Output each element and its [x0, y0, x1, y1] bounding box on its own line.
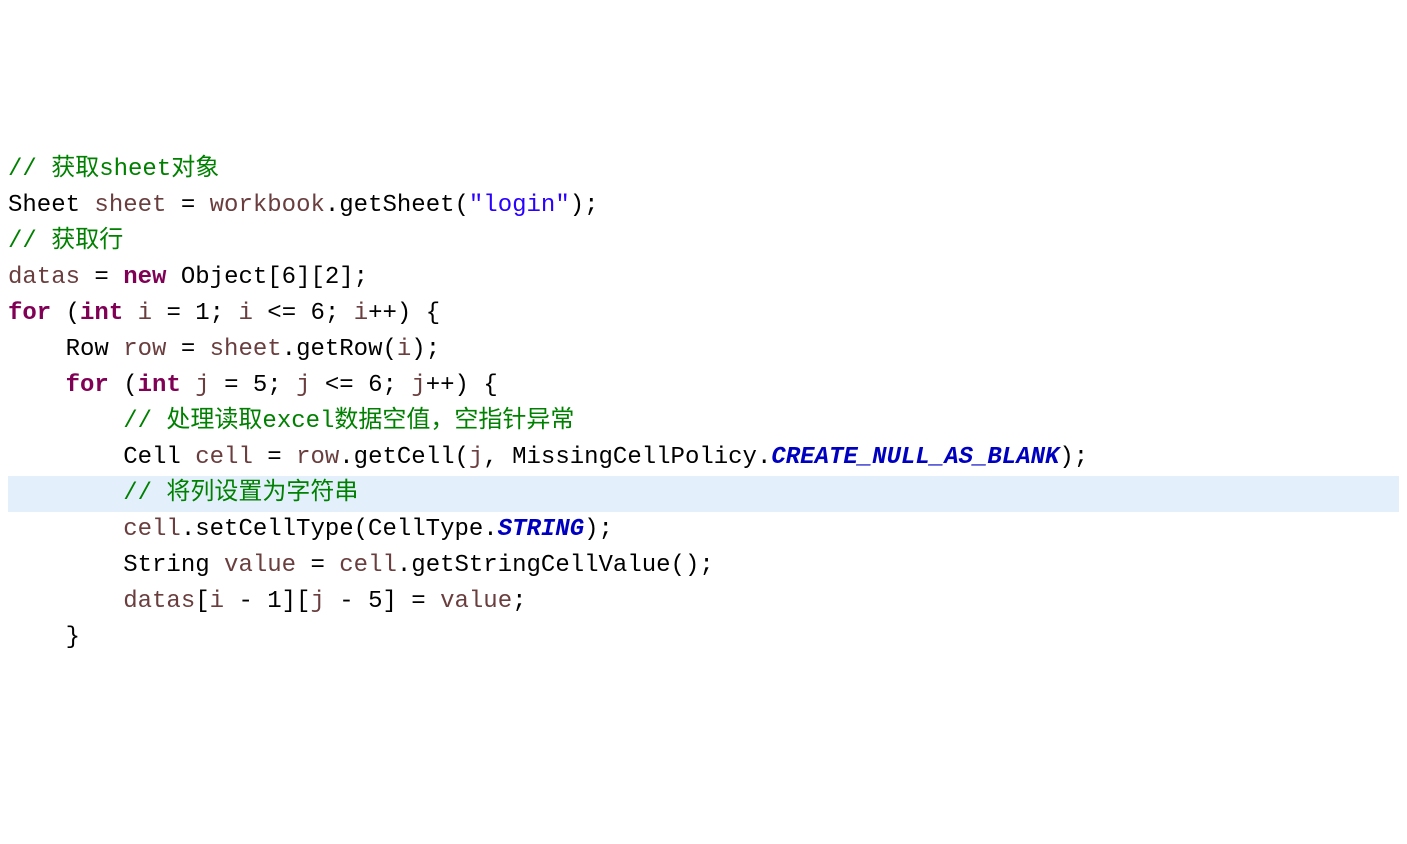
- code-token-punctuation: Cell: [8, 444, 195, 471]
- code-token-punctuation: .getRow(: [282, 336, 397, 363]
- code-token-punctuation: String: [8, 552, 224, 579]
- code-token-identifier: cell: [339, 552, 397, 579]
- code-token-string: "login": [469, 192, 570, 219]
- code-token-comment: // 处理读取excel数据空值，空指针异常: [123, 408, 574, 435]
- code-token-punctuation: [8, 372, 66, 399]
- code-token-punctuation: );: [570, 192, 599, 219]
- code-token-identifier: i: [210, 588, 224, 615]
- code-token-punctuation: ++) {: [426, 372, 498, 399]
- code-line: // 处理读取excel数据空值，空指针异常: [8, 404, 1399, 440]
- code-token-keyword: int: [80, 300, 123, 327]
- code-token-punctuation: - 1][: [224, 588, 310, 615]
- code-token-keyword: for: [66, 372, 109, 399]
- code-token-punctuation: ++) {: [368, 300, 440, 327]
- code-token-punctuation: =: [253, 444, 296, 471]
- code-line: Sheet sheet = workbook.getSheet("login")…: [8, 188, 1399, 224]
- code-token-comment: // 获取行: [8, 228, 123, 255]
- code-token-identifier: value: [224, 552, 296, 579]
- code-token-punctuation: <= 6;: [253, 300, 354, 327]
- code-token-identifier: j: [310, 588, 324, 615]
- code-token-identifier: j: [469, 444, 483, 471]
- code-line: for (int i = 1; i <= 6; i++) {: [8, 296, 1399, 332]
- code-line: for (int j = 5; j <= 6; j++) {: [8, 368, 1399, 404]
- code-block: // 获取sheet对象 Sheet sheet = workbook.getSh…: [8, 152, 1399, 656]
- code-line: String value = cell.getStringCellValue()…: [8, 548, 1399, 584]
- code-token-identifier: value: [440, 588, 512, 615]
- code-token-identifier: j: [411, 372, 425, 399]
- code-token-punctuation: (: [109, 372, 138, 399]
- code-token-punctuation: );: [411, 336, 440, 363]
- code-token-punctuation: =: [296, 552, 339, 579]
- code-line: Row row = sheet.getRow(i);: [8, 332, 1399, 368]
- code-token-punctuation: =: [80, 264, 123, 291]
- code-token-keyword: new: [123, 264, 166, 291]
- code-token-constant: CREATE_NULL_AS_BLANK: [771, 444, 1059, 471]
- code-token-punctuation: =: [166, 336, 209, 363]
- code-token-punctuation: [8, 588, 123, 615]
- code-token-identifier: i: [397, 336, 411, 363]
- code-token-punctuation: [8, 516, 123, 543]
- code-token-type: Sheet: [8, 192, 94, 219]
- code-token-identifier: row: [123, 336, 166, 363]
- code-token-identifier: cell: [195, 444, 253, 471]
- code-line: // 将列设置为字符串: [8, 476, 1399, 512]
- code-token-punctuation: Row: [8, 336, 123, 363]
- code-token-comment: // 将列设置为字符串: [123, 480, 358, 507]
- code-token-punctuation: .getSheet(: [325, 192, 469, 219]
- code-token-punctuation: [123, 300, 137, 327]
- code-line: // 获取sheet对象: [8, 152, 1399, 188]
- code-token-punctuation: (: [51, 300, 80, 327]
- code-line: }: [8, 620, 1399, 656]
- code-token-punctuation: , MissingCellPolicy.: [483, 444, 771, 471]
- code-token-identifier: i: [138, 300, 152, 327]
- code-line: datas[i - 1][j - 5] = value;: [8, 584, 1399, 620]
- code-token-constant: STRING: [498, 516, 584, 543]
- code-token-punctuation: );: [584, 516, 613, 543]
- code-token-identifier: workbook: [210, 192, 325, 219]
- code-line: cell.setCellType(CellType.STRING);: [8, 512, 1399, 548]
- code-line: Cell cell = row.getCell(j, MissingCellPo…: [8, 440, 1399, 476]
- code-line: // 获取行: [8, 224, 1399, 260]
- code-token-identifier: datas: [123, 588, 195, 615]
- code-token-punctuation: [: [195, 588, 209, 615]
- code-token-punctuation: .getStringCellValue();: [397, 552, 714, 579]
- code-token-punctuation: .getCell(: [339, 444, 469, 471]
- code-token-identifier: datas: [8, 264, 80, 291]
- code-token-punctuation: [181, 372, 195, 399]
- code-token-punctuation: Object[6][2];: [166, 264, 368, 291]
- code-token-punctuation: ;: [512, 588, 526, 615]
- code-token-keyword: int: [138, 372, 181, 399]
- code-line: datas = new Object[6][2];: [8, 260, 1399, 296]
- code-token-punctuation: =: [166, 192, 209, 219]
- code-token-identifier: i: [238, 300, 252, 327]
- code-token-punctuation: = 1;: [152, 300, 238, 327]
- code-token-keyword: for: [8, 300, 51, 327]
- code-token-punctuation: - 5] =: [325, 588, 440, 615]
- code-token-punctuation: [8, 408, 123, 435]
- code-token-identifier: sheet: [210, 336, 282, 363]
- code-token-punctuation: }: [8, 624, 80, 651]
- code-token-punctuation: [8, 480, 123, 507]
- code-token-identifier: j: [195, 372, 209, 399]
- code-token-identifier: i: [354, 300, 368, 327]
- code-token-identifier: j: [296, 372, 310, 399]
- code-token-punctuation: );: [1059, 444, 1088, 471]
- code-token-identifier: sheet: [94, 192, 166, 219]
- code-token-punctuation: <= 6;: [311, 372, 412, 399]
- code-token-comment: // 获取sheet对象: [8, 156, 219, 183]
- code-token-identifier: row: [296, 444, 339, 471]
- code-token-identifier: cell: [123, 516, 181, 543]
- code-token-punctuation: .setCellType(CellType.: [181, 516, 498, 543]
- code-token-punctuation: = 5;: [210, 372, 296, 399]
